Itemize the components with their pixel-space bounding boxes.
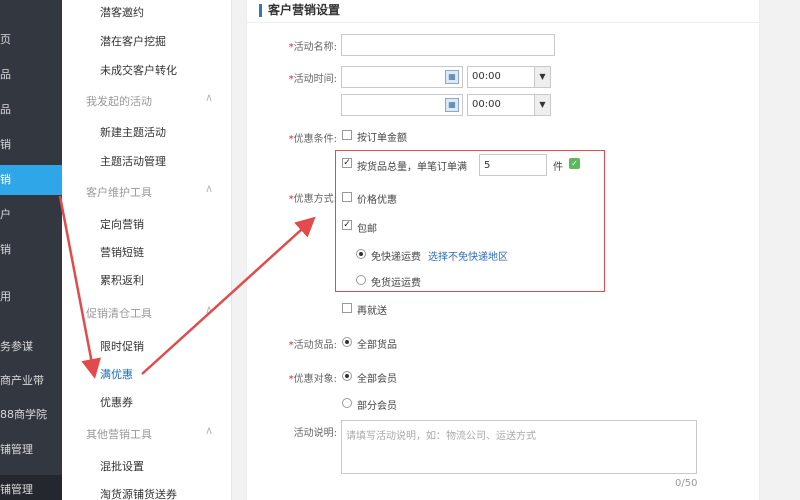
some-members-label: 部分会员 <box>357 401 397 412</box>
panel-title: 客户营销设置 <box>259 4 340 17</box>
submenu-link[interactable]: 潜客邀约 <box>100 4 144 20</box>
submenu-link[interactable]: 淘货源铺货送券 <box>100 486 177 500</box>
chevron-up-icon: ∧ <box>204 303 213 316</box>
all-members-radio[interactable] <box>342 371 352 381</box>
end-time-value: 00:00 <box>472 99 501 110</box>
submenu-group-label: 其他营销工具 <box>86 428 152 441</box>
left-nav-item[interactable]: 铺管理 <box>0 435 62 465</box>
left-nav-item[interactable]: 商产业带 <box>0 366 62 396</box>
settings-panel: 客户营销设置 *活动名称: *活动时间: ▦ 00:00 ▼ ▦ 00:00 ▼… <box>246 0 760 500</box>
char-counter: 0/50 <box>675 478 698 489</box>
submenu-group-header[interactable]: 我发起的活动 ∧ <box>86 91 213 109</box>
left-nav-item[interactable]: 铺管理 <box>0 475 62 500</box>
description-textarea[interactable]: 请填写活动说明，如：物流公司、运送方式 <box>341 420 697 474</box>
chevron-up-icon: ∧ <box>204 182 213 195</box>
all-products-label: 全部货品 <box>357 340 397 351</box>
order-amount-checkbox[interactable] <box>342 130 352 140</box>
start-time-select[interactable]: 00:00 ▼ <box>467 66 551 88</box>
description-placeholder: 请填写活动说明，如：物流公司、运送方式 <box>346 431 536 442</box>
left-nav-item[interactable]: 销 <box>0 235 62 265</box>
gift-label: 再就送 <box>357 306 387 317</box>
submenu-link-active[interactable]: 满优惠 <box>100 366 133 382</box>
check-icon: ✓ <box>569 158 580 169</box>
submenu-link[interactable]: 定向营销 <box>100 216 144 232</box>
left-nav-item[interactable]: 品 <box>0 95 62 125</box>
start-time-value: 00:00 <box>472 71 501 82</box>
submenu-link[interactable]: 累积返利 <box>100 272 144 288</box>
order-amount-label: 按订单金额 <box>357 133 407 144</box>
some-members-radio[interactable] <box>342 398 352 408</box>
gift-checkbox[interactable] <box>342 303 352 313</box>
price-discount-label: 价格优惠 <box>357 195 397 206</box>
left-nav-item[interactable]: 销 <box>0 130 62 160</box>
left-nav-item[interactable]: 品 <box>0 60 62 90</box>
submenu-link[interactable]: 未成交客户转化 <box>100 62 177 78</box>
submenu-link[interactable]: 潜在客户挖掘 <box>100 33 166 49</box>
submenu-link[interactable]: 营销短链 <box>100 244 144 260</box>
submenu-group-label: 促销清仓工具 <box>86 307 152 320</box>
free-express-radio[interactable] <box>356 249 366 259</box>
time-label: *活动时间: <box>288 74 337 85</box>
submenu-group-label: 我发起的活动 <box>86 95 152 108</box>
left-nav-item[interactable]: 户 <box>0 200 62 230</box>
product-quantity-checkbox[interactable]: ✓ <box>342 158 352 168</box>
submenu-group-header[interactable]: 促销清仓工具 ∧ <box>86 303 213 321</box>
quantity-unit: 件 <box>553 162 563 173</box>
chevron-up-icon: ∧ <box>204 91 213 104</box>
submenu-link[interactable]: 限时促销 <box>100 338 144 354</box>
condition-label: *优惠条件: <box>288 134 337 145</box>
left-nav-item[interactable]: 用 <box>0 282 62 312</box>
calendar-icon[interactable]: ▦ <box>445 98 459 112</box>
left-nav-item[interactable]: 页 <box>0 25 62 55</box>
chevron-up-icon: ∧ <box>204 424 213 437</box>
chevron-down-icon: ▼ <box>534 67 550 87</box>
desc-label: 活动说明: <box>293 428 337 439</box>
left-nav-item[interactable]: 88商学院 <box>0 400 62 430</box>
submenu-link[interactable]: 新建主题活动 <box>100 124 166 140</box>
left-nav: 页 品 品 销 销 户 销 用 务参谋 商产业带 88商学院 铺管理 铺管理 <box>0 0 62 500</box>
end-time-select[interactable]: 00:00 ▼ <box>467 94 551 116</box>
product-quantity-label: 按货品总量，单笔订单满 <box>357 162 467 173</box>
products-label: *活动货品: <box>288 340 337 351</box>
submenu-group-label: 客户维护工具 <box>86 186 152 199</box>
submenu: 潜客邀约 潜在客户挖掘 未成交客户转化 我发起的活动 ∧ 新建主题活动 主题活动… <box>62 0 232 500</box>
activity-name-input[interactable] <box>341 34 555 56</box>
free-freight-label: 免货运运费 <box>371 278 421 289</box>
all-products-radio[interactable] <box>342 337 352 347</box>
name-label: *活动名称: <box>288 42 337 53</box>
free-shipping-label: 包邮 <box>357 224 377 235</box>
price-discount-checkbox[interactable] <box>342 192 352 202</box>
quantity-input[interactable] <box>479 154 547 176</box>
submenu-group-header[interactable]: 客户维护工具 ∧ <box>86 182 213 200</box>
free-freight-radio[interactable] <box>356 275 366 285</box>
target-label: *优惠对象: <box>288 374 337 385</box>
calendar-icon[interactable]: ▦ <box>445 70 459 84</box>
submenu-link[interactable]: 优惠券 <box>100 394 133 410</box>
free-express-label: 免快递运费 <box>371 252 421 263</box>
divider <box>247 22 759 23</box>
left-nav-item[interactable]: 务参谋 <box>0 332 62 362</box>
chevron-down-icon: ▼ <box>534 95 550 115</box>
main-area: 客户营销设置 *活动名称: *活动时间: ▦ 00:00 ▼ ▦ 00:00 ▼… <box>232 0 800 500</box>
submenu-group-header[interactable]: 其他营销工具 ∧ <box>86 424 213 442</box>
submenu-link[interactable]: 混批设置 <box>100 458 144 474</box>
method-label: *优惠方式: <box>288 194 337 205</box>
choose-region-link[interactable]: 选择不免快递地区 <box>428 248 508 263</box>
all-members-label: 全部会员 <box>357 374 397 385</box>
left-nav-item-active[interactable]: 销 <box>0 165 62 195</box>
submenu-link[interactable]: 主题活动管理 <box>100 153 166 169</box>
free-shipping-checkbox[interactable]: ✓ <box>342 220 352 230</box>
